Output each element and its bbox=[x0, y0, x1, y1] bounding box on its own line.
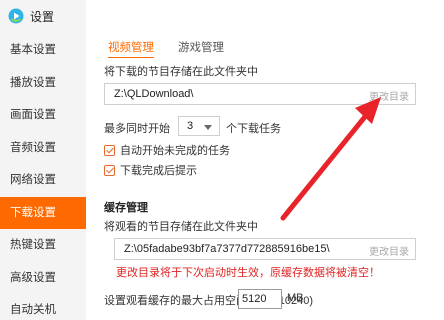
sidebar-item-playback[interactable]: 播放设置 bbox=[0, 67, 86, 100]
sidebar-item-network[interactable]: 网络设置 bbox=[0, 164, 86, 197]
cache-change-dir-button[interactable]: 更改目录 bbox=[369, 243, 409, 258]
sidebar-item-picture[interactable]: 画面设置 bbox=[0, 99, 86, 132]
cache-section-title: 缓存管理 bbox=[104, 202, 148, 214]
cache-warning-text: 更改目录将于下次启动时生效，原缓存数据将被清空！ bbox=[116, 267, 380, 279]
notify-checkbox-row[interactable]: 下载完成后提示 bbox=[104, 162, 197, 178]
auto-start-checkbox-row[interactable]: 自动开始未完成的任务 bbox=[104, 142, 230, 158]
download-path-field[interactable]: Z:\QLDownload\ 更改目录 bbox=[104, 83, 416, 105]
concurrent-tasks-value: 3 bbox=[187, 120, 194, 132]
max-space-unit: MB bbox=[287, 292, 304, 304]
main-panel: 视频管理 游戏管理 将下载的节目存储在此文件夹中 Z:\QLDownload\ … bbox=[86, 0, 444, 320]
download-change-dir-button[interactable]: 更改目录 bbox=[369, 88, 409, 103]
sidebar-item-advanced[interactable]: 高级设置 bbox=[0, 262, 86, 295]
window-title: 设置 bbox=[30, 9, 55, 24]
sidebar-item-download[interactable]: 下载设置 bbox=[0, 196, 86, 229]
cache-path-value: Z:\05fadabe93bf7a7377d772885916be15\ bbox=[124, 243, 330, 255]
download-path-value: Z:\QLDownload\ bbox=[114, 88, 194, 100]
concurrent-suffix-label: 个下载任务 bbox=[226, 123, 281, 135]
sidebar-item-audio[interactable]: 音频设置 bbox=[0, 132, 86, 165]
sidebar-item-basic[interactable]: 基本设置 bbox=[0, 34, 86, 67]
settings-window: 设置 基本设置 播放设置 画面设置 音频设置 网络设置 下载设置 热键设置 高级… bbox=[0, 0, 444, 320]
cache-folder-label: 将观看的节目存储在此文件夹中 bbox=[104, 221, 258, 233]
title-bar: 设置 bbox=[8, 7, 54, 25]
tab-video-management[interactable]: 视频管理 bbox=[108, 39, 154, 58]
notify-label: 下载完成后提示 bbox=[120, 165, 197, 177]
sidebar-item-auto-shutdown[interactable]: 自动关机 bbox=[0, 294, 86, 320]
concurrent-tasks-select[interactable]: 3 bbox=[178, 116, 220, 136]
tab-game-management[interactable]: 游戏管理 bbox=[178, 39, 224, 58]
sidebar: 设置 基本设置 播放设置 画面设置 音频设置 网络设置 下载设置 热键设置 高级… bbox=[0, 0, 86, 320]
play-logo-icon bbox=[8, 8, 24, 24]
chevron-down-icon bbox=[204, 125, 212, 130]
sidebar-item-hotkey[interactable]: 热键设置 bbox=[0, 229, 86, 262]
cache-path-field[interactable]: Z:\05fadabe93bf7a7377d772885916be15\ 更改目… bbox=[114, 238, 416, 260]
sidebar-nav: 基本设置 播放设置 画面设置 音频设置 网络设置 下载设置 热键设置 高级设置 … bbox=[0, 34, 86, 320]
notify-checkbox[interactable] bbox=[104, 164, 115, 176]
max-space-value: 5120 bbox=[242, 293, 267, 305]
tab-bar: 视频管理 游戏管理 bbox=[108, 39, 248, 58]
auto-start-checkbox[interactable] bbox=[104, 144, 115, 156]
concurrent-prefix-label: 最多同时开始 bbox=[104, 123, 170, 135]
max-space-input[interactable]: 5120 bbox=[238, 289, 282, 309]
download-folder-label: 将下载的节目存储在此文件夹中 bbox=[104, 66, 258, 78]
auto-start-label: 自动开始未完成的任务 bbox=[120, 145, 230, 157]
